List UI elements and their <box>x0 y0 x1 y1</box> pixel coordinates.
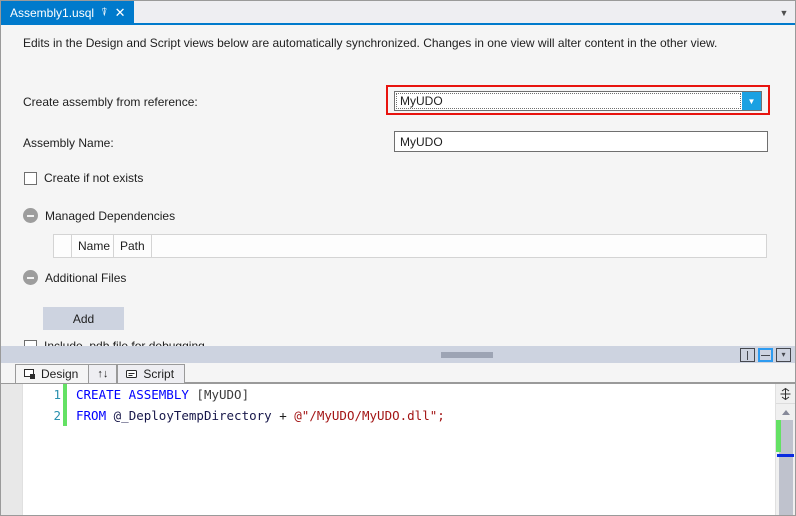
split-horizontal-icon[interactable] <box>758 348 773 362</box>
code-text: FROM @_DeployTempDirectory + @"/MyUDO/My… <box>76 408 445 423</box>
grid-column-header-path[interactable]: Path <box>114 235 152 257</box>
line-number: 2 <box>53 408 61 423</box>
swap-views-button[interactable]: ↑↓ <box>88 364 118 383</box>
managed-dependencies-grid[interactable]: Name Path <box>53 234 767 258</box>
code-lines[interactable]: 1 CREATE ASSEMBLY [MyUDO] 2 FROM @_DeployTe… <box>23 384 775 426</box>
script-view-icon <box>126 369 138 380</box>
design-view-icon <box>24 368 36 380</box>
assembly-reference-combobox[interactable]: MyUDO ▼ <box>394 91 762 111</box>
code-token: + <box>271 408 295 423</box>
tab-design-label: Design <box>41 367 79 381</box>
view-tabstrip-filler <box>184 364 795 383</box>
managed-dependencies-label: Managed Dependencies <box>45 208 176 223</box>
line-number: 1 <box>53 387 61 402</box>
double-chevron-down-icon[interactable]: ▾ <box>776 348 791 362</box>
chevron-down-icon[interactable]: ▼ <box>742 92 761 110</box>
code-line[interactable]: 1 CREATE ASSEMBLY [MyUDO] <box>23 384 775 405</box>
designer-pane: Edits in the Design and Script views bel… <box>1 25 795 363</box>
code-token: FROM <box>76 408 114 423</box>
tab-script-label: Script <box>143 367 175 381</box>
grid-header-filler <box>152 235 766 257</box>
code-token: [MyUDO] <box>196 387 250 402</box>
managed-dependencies-section-header[interactable]: Managed Dependencies <box>23 208 175 223</box>
minus-circle-icon[interactable] <box>23 208 38 223</box>
assembly-name-input[interactable]: MyUDO <box>394 131 768 152</box>
caret-position-marker <box>777 454 794 457</box>
code-token: CREATE ASSEMBLY <box>76 387 197 402</box>
chevron-down-icon[interactable]: ▼ <box>773 1 795 25</box>
code-line[interactable]: 2 FROM @_DeployTempDirectory + @"/MyUDO/M… <box>23 405 775 426</box>
create-if-not-exists-checkbox[interactable]: Create if not exists <box>24 171 143 185</box>
close-icon[interactable]: ✕ <box>115 7 126 20</box>
tab-design[interactable]: Design <box>15 364 90 383</box>
editor-text-area[interactable]: 1 CREATE ASSEMBLY [MyUDO] 2 FROM @_DeployTe… <box>23 384 775 515</box>
assembly-reference-value: MyUDO <box>400 94 443 108</box>
create-if-not-exists-label: Create if not exists <box>44 171 144 185</box>
assembly-name-label: Assembly Name: <box>23 136 114 150</box>
script-editor[interactable]: 1 CREATE ASSEMBLY [MyUDO] 2 FROM @_DeployTe… <box>1 383 795 515</box>
document-tab-label: Assembly1.usql <box>10 6 95 20</box>
editor-indicator-margin[interactable] <box>1 384 23 515</box>
tabstrip-spacer <box>133 1 773 25</box>
view-layout-buttons: ▾ <box>740 348 791 362</box>
grid-row-selector-header <box>54 235 72 257</box>
editor-scroll-track[interactable] <box>776 420 795 515</box>
info-text: Edits in the Design and Script views bel… <box>23 36 718 50</box>
splitter-grip[interactable] <box>441 352 493 358</box>
grid-column-header-name[interactable]: Name <box>72 235 114 257</box>
create-assembly-from-reference-label: Create assembly from reference: <box>23 95 198 109</box>
minus-circle-icon[interactable] <box>23 270 38 285</box>
change-bar <box>63 384 67 405</box>
add-button[interactable]: Add <box>43 307 124 330</box>
arrow-up-icon[interactable] <box>776 404 795 420</box>
document-tabstrip: Assembly1.usql ⍒ ✕ ▼ <box>1 1 795 25</box>
code-token: @"/MyUDO/MyUDO.dll"; <box>294 408 445 423</box>
assembly-designer-window: Assembly1.usql ⍒ ✕ ▼ Edits in the Design… <box>0 0 796 516</box>
additional-files-section-header[interactable]: Additional Files <box>23 270 126 285</box>
additional-files-label: Additional Files <box>45 270 127 285</box>
code-token: @_DeployTempDirectory <box>113 408 272 423</box>
split-vertical-icon[interactable] <box>740 348 755 362</box>
editor-scroll-thumb[interactable] <box>779 420 793 515</box>
code-text: CREATE ASSEMBLY [MyUDO] <box>76 387 249 402</box>
pin-icon[interactable]: ⍒ <box>101 7 108 19</box>
checkbox-box[interactable] <box>24 171 37 185</box>
document-tab-assembly1[interactable]: Assembly1.usql ⍒ ✕ <box>1 1 134 25</box>
designer-splitter-bar[interactable]: ▾ <box>1 346 795 363</box>
change-annotation-marker <box>776 420 781 452</box>
split-editor-icon[interactable] <box>776 384 795 404</box>
tab-script[interactable]: Script <box>117 364 186 383</box>
change-bar <box>63 405 67 426</box>
editor-scrollbar-column[interactable] <box>775 384 795 515</box>
view-tabstrip: Design ↑↓ Script <box>1 363 795 383</box>
